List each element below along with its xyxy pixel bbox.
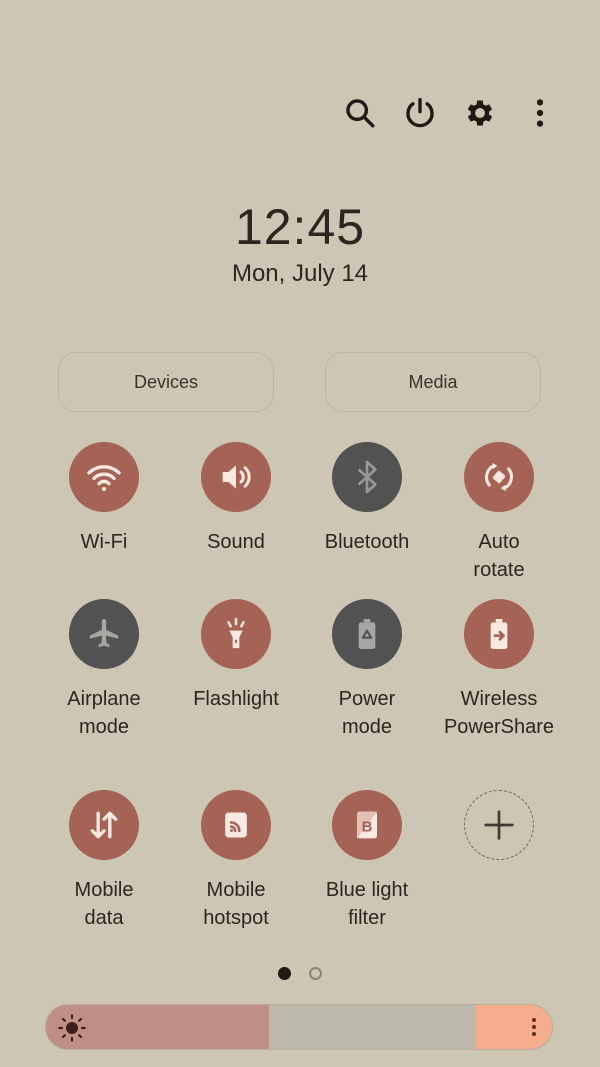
devices-button[interactable]: Devices <box>58 352 274 412</box>
tile-mobile-data[interactable]: Mobile data <box>38 790 170 932</box>
media-button[interactable]: Media <box>325 352 541 412</box>
more-options-icon <box>536 99 544 127</box>
mobile-hotspot-toggle[interactable] <box>201 790 271 860</box>
page-indicator <box>0 967 600 980</box>
tile-mobile-hotspot[interactable]: Mobile hotspot <box>170 790 302 932</box>
tile-label: Auto rotate <box>473 531 525 581</box>
tile-label: Bluetooth <box>324 531 410 553</box>
clock-date[interactable]: Mon, July 14 <box>0 260 600 288</box>
page-dot-1[interactable] <box>278 967 291 980</box>
power-mode-icon <box>358 619 376 649</box>
clock-time[interactable]: 12:45 <box>0 198 600 256</box>
tile-label: Mobile data <box>74 879 134 929</box>
airplane-mode-toggle[interactable] <box>69 599 139 669</box>
flashlight-toggle[interactable] <box>201 599 271 669</box>
more-options-icon <box>532 1018 536 1036</box>
mobile-data-icon <box>90 811 118 839</box>
bluetooth-toggle[interactable] <box>332 442 402 512</box>
power-icon <box>406 97 434 128</box>
blue-light-filter-toggle[interactable]: B <box>332 790 402 860</box>
tile-sound[interactable]: Sound <box>170 442 302 556</box>
airplane-icon <box>89 619 119 648</box>
tile-auto-rotate[interactable]: Auto rotate <box>433 442 565 584</box>
tile-label: Wi-Fi <box>80 531 128 553</box>
hotspot-icon <box>225 812 247 838</box>
tile-blue-light-filter[interactable]: B Blue light filter <box>301 790 433 932</box>
settings-icon <box>467 100 493 126</box>
power-button[interactable] <box>390 88 450 138</box>
wifi-toggle[interactable] <box>69 442 139 512</box>
auto-rotate-toggle[interactable] <box>464 442 534 512</box>
mobile-data-toggle[interactable] <box>69 790 139 860</box>
brightness-slider[interactable] <box>45 1004 553 1050</box>
add-icon <box>484 810 514 840</box>
auto-rotate-icon <box>485 462 513 492</box>
header-actions <box>330 88 570 138</box>
wireless-powershare-toggle[interactable] <box>464 599 534 669</box>
wireless-powershare-icon <box>490 619 508 649</box>
bluetooth-icon <box>357 460 377 494</box>
tile-airplane-mode[interactable]: Airplane mode <box>38 599 170 741</box>
search-button[interactable] <box>330 88 390 138</box>
tile-label: Wireless PowerShare <box>443 688 555 738</box>
wifi-icon <box>87 465 121 492</box>
brightness-icon <box>58 1014 86 1042</box>
search-icon <box>346 99 375 128</box>
tile-label: Blue light filter <box>325 879 409 929</box>
add-tile-button[interactable] <box>464 790 534 860</box>
svg-text:B: B <box>362 819 373 836</box>
sound-toggle[interactable] <box>201 442 271 512</box>
tile-wireless-powershare[interactable]: Wireless PowerShare <box>433 599 565 741</box>
tile-wifi[interactable]: Wi-Fi <box>38 442 170 556</box>
tile-label: Airplane mode <box>67 688 141 738</box>
flashlight-icon <box>227 617 245 649</box>
tile-label: Flashlight <box>193 688 279 710</box>
volume-icon <box>222 465 251 489</box>
tile-label: Mobile hotspot <box>203 879 269 929</box>
settings-button[interactable] <box>450 88 510 138</box>
tile-label: Sound <box>207 531 265 553</box>
power-mode-toggle[interactable] <box>332 599 402 669</box>
page-dot-2[interactable] <box>309 967 322 980</box>
tile-bluetooth[interactable]: Bluetooth <box>301 442 433 556</box>
tile-label: Power mode <box>338 688 396 738</box>
tile-add[interactable] <box>433 790 565 860</box>
brightness-options-button[interactable] <box>476 1005 552 1049</box>
tile-power-mode[interactable]: Power mode <box>301 599 433 741</box>
more-options-button[interactable] <box>510 88 570 138</box>
tile-flashlight[interactable]: Flashlight <box>170 599 302 713</box>
blue-light-filter-icon: B <box>357 811 377 839</box>
